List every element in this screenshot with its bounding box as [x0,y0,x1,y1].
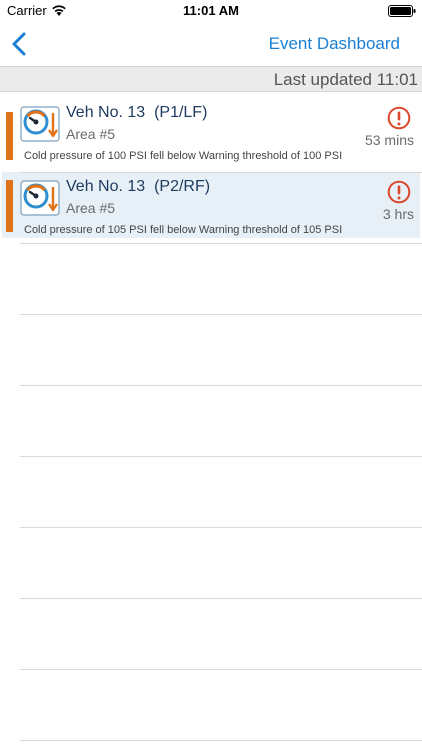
vehicle-number: Veh No. 13 [66,178,146,195]
vehicle-number: Veh No. 13 [66,104,146,121]
tire-position: (P2/RF) [154,178,211,195]
row-separator [20,598,422,599]
row-separator [20,172,422,173]
row-separator [20,527,422,528]
event-dashboard-link[interactable]: Event Dashboard [269,34,400,54]
exclamation-circle-icon [387,180,411,204]
warning-accent-bar [6,180,13,232]
navigation-bar: Event Dashboard [0,22,422,66]
row-separator [20,456,422,457]
battery-icon [388,5,416,17]
vehicle-title: Veh No. 13 (P1/LF) [66,104,207,122]
pressure-gauge-icon [20,106,60,142]
event-description: Cold pressure of 100 PSI fell below Warn… [24,150,343,162]
event-row[interactable]: Veh No. 13 (P2/RF) Area #5 3 hrs Cold pr… [0,170,422,240]
event-row[interactable]: Veh No. 13 (P1/LF) Area #5 53 mins Cold … [0,96,422,166]
row-separator [20,669,422,670]
row-separator [20,314,422,315]
row-separator [20,243,422,244]
row-separator [20,740,422,741]
event-description: Cold pressure of 105 PSI fell below Warn… [24,224,343,236]
warning-accent-bar [6,112,13,160]
exclamation-circle-icon [387,106,411,130]
last-updated-label: Last updated 11:01 [273,70,418,89]
back-chevron-icon[interactable] [8,30,32,58]
last-updated-bar: Last updated 11:01 [0,66,422,92]
status-bar: Carrier 11:01 AM [0,0,422,22]
tire-position: (P1/LF) [154,104,208,121]
status-clock: 11:01 AM [183,3,239,18]
pressure-gauge-icon [20,180,60,216]
row-separator [20,385,422,386]
area-label: Area #5 [66,200,116,216]
event-age: 3 hrs [382,206,414,222]
area-label: Area #5 [66,126,116,142]
vehicle-title: Veh No. 13 (P2/RF) [66,178,210,196]
event-age: 53 mins [364,132,414,148]
